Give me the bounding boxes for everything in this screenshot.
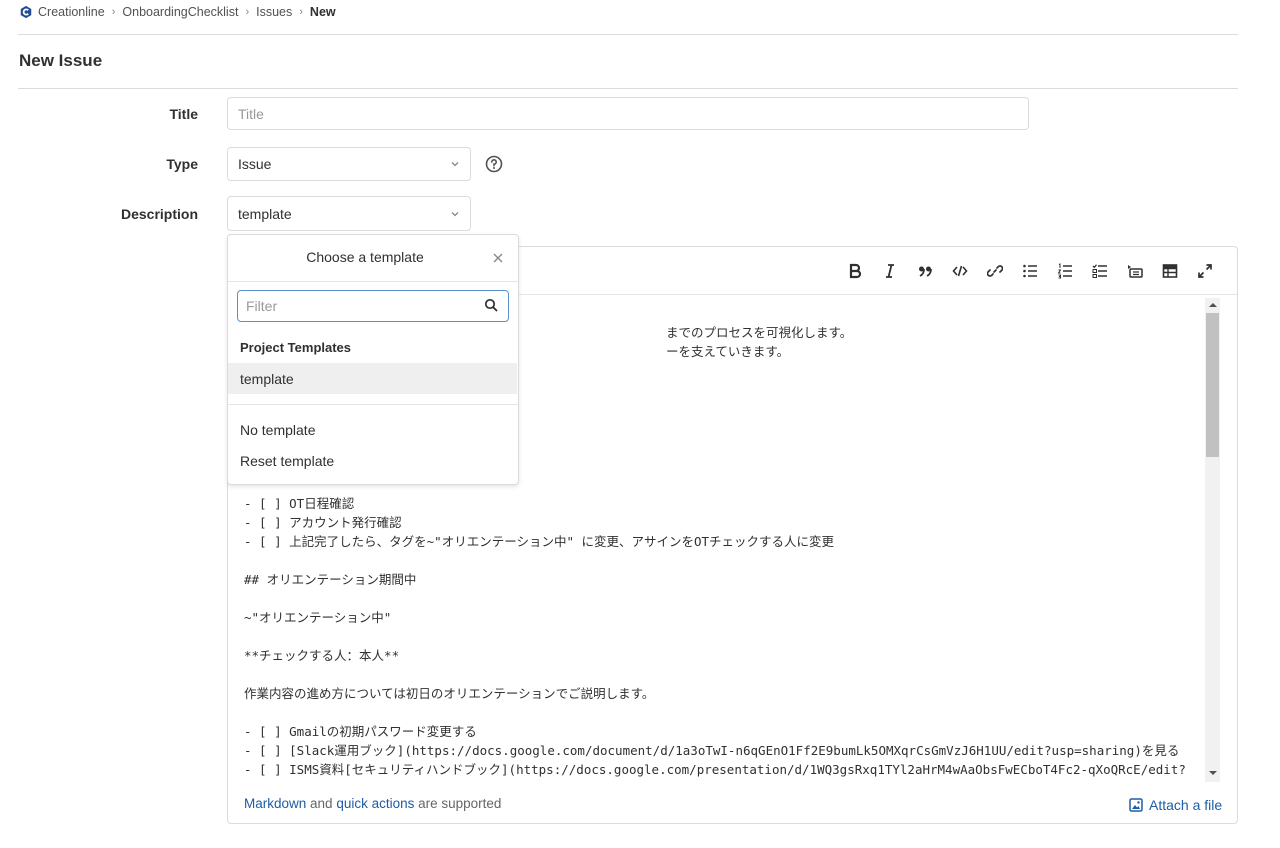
chevron-down-icon: [451, 162, 459, 167]
no-template-option[interactable]: No template: [228, 414, 517, 445]
editor-line: **チェックする人：本人**: [244, 648, 400, 663]
scrollbar-thumb[interactable]: [1206, 313, 1219, 457]
link-button[interactable]: [984, 260, 1006, 282]
link-icon: [987, 265, 1003, 277]
editor-line: - [ ] ISMS資料[セキュリティハンドブック](https://docs.…: [244, 762, 1186, 777]
dropdown-section-divider: [228, 404, 518, 405]
editor-line: ## オリエンテーション期間中: [244, 572, 417, 587]
editor-line: ~"オリエンテーション中": [244, 610, 392, 625]
type-select[interactable]: Issue: [227, 147, 471, 181]
code-icon: [952, 265, 968, 277]
breadcrumb: Creationline › OnboardingChecklist › Iss…: [19, 4, 336, 20]
breadcrumb-issues[interactable]: Issues: [256, 5, 292, 19]
task-list-icon: [1092, 264, 1107, 278]
search-icon: [484, 298, 498, 312]
editor-line: ーを支えていきます。: [666, 344, 790, 359]
numbered-list-icon: [1057, 263, 1072, 279]
editor-footer-hint: Markdown and quick actions are supported: [244, 796, 501, 811]
question-icon[interactable]: [485, 155, 503, 173]
page-title: New Issue: [19, 51, 103, 70]
template-filter-input[interactable]: [237, 290, 509, 322]
numbered-list-button[interactable]: [1054, 260, 1076, 282]
editor-line: までのプロセスを可視化します。: [666, 325, 853, 340]
type-label: Type: [166, 156, 198, 172]
footer-and-text: and: [306, 796, 337, 811]
breadcrumb-separator: ›: [111, 6, 116, 18]
no-template-label: No template: [240, 421, 316, 438]
close-icon[interactable]: [491, 251, 505, 265]
editor-line: - [ ] OT日程確認: [244, 496, 355, 511]
fullscreen-icon: [1198, 264, 1212, 278]
task-list-button[interactable]: [1089, 260, 1111, 282]
collapsible-button[interactable]: [1124, 260, 1146, 282]
italic-icon: [886, 264, 894, 278]
editor-line: - [ ] アカウント発行確認: [244, 515, 402, 530]
table-icon: [1162, 264, 1178, 278]
code-button[interactable]: [949, 260, 971, 282]
collapsible-icon: [1128, 265, 1143, 278]
editor-line: - [ ] Gmailの初期パスワード変更する: [244, 724, 477, 739]
fullscreen-button[interactable]: [1194, 260, 1216, 282]
chevron-down-icon: [451, 211, 459, 216]
creationline-logo-icon: [20, 5, 32, 19]
title-input[interactable]: [227, 97, 1029, 130]
quote-icon: [919, 266, 932, 277]
bold-button[interactable]: [844, 260, 866, 282]
title-divider: [18, 88, 1238, 89]
scroll-down-arrow[interactable]: [1205, 766, 1220, 780]
editor-line: - [ ] [Slack運用ブック](https://docs.google.c…: [244, 743, 1180, 758]
bullet-list-icon: [1023, 264, 1037, 278]
breadcrumb-creationline[interactable]: Creationline: [38, 5, 105, 19]
breadcrumb-onboardingchecklist[interactable]: OnboardingChecklist: [122, 5, 238, 19]
quote-button[interactable]: [914, 260, 936, 282]
bold-icon: [849, 263, 862, 279]
header-divider: [18, 34, 1238, 35]
title-label: Title: [169, 106, 198, 122]
reset-template-option[interactable]: Reset template: [228, 445, 517, 476]
triangle-down-icon: [1208, 771, 1217, 775]
description-label: Description: [120, 206, 198, 222]
breadcrumb-separator: ›: [299, 6, 303, 18]
dropdown-title-divider: [228, 281, 518, 282]
template-select[interactable]: template: [227, 196, 471, 231]
breadcrumb-current: New: [309, 5, 336, 19]
breadcrumb-separator: ›: [245, 6, 250, 18]
attach-file-label: Attach a file: [1149, 797, 1223, 813]
project-templates-header: Project Templates: [240, 340, 352, 355]
template-option-label: template: [240, 370, 294, 387]
reset-template-label: Reset template: [240, 452, 335, 469]
type-select-value: Issue: [238, 156, 272, 172]
attach-file-button[interactable]: Attach a file: [1129, 797, 1222, 813]
dropdown-title: Choose a template: [306, 249, 424, 265]
image-icon: [1129, 798, 1143, 812]
footer-suffix-text: are supported: [414, 796, 502, 811]
triangle-up-icon: [1208, 303, 1217, 307]
template-select-value: template: [238, 205, 292, 222]
italic-button[interactable]: [879, 260, 901, 282]
editor-line: 作業内容の進め方については初日のオリエンテーションでご説明します。: [244, 686, 655, 701]
editor-line: - [ ] 上記完了したら、タグを~"オリエンテーション中" に変更、アサインを…: [244, 534, 835, 549]
markdown-link[interactable]: Markdown: [244, 796, 306, 811]
bullet-list-button[interactable]: [1019, 260, 1041, 282]
scroll-up-arrow[interactable]: [1205, 298, 1220, 312]
table-button[interactable]: [1159, 260, 1181, 282]
quick-actions-link[interactable]: quick actions: [336, 796, 414, 811]
template-option[interactable]: template: [228, 363, 517, 394]
